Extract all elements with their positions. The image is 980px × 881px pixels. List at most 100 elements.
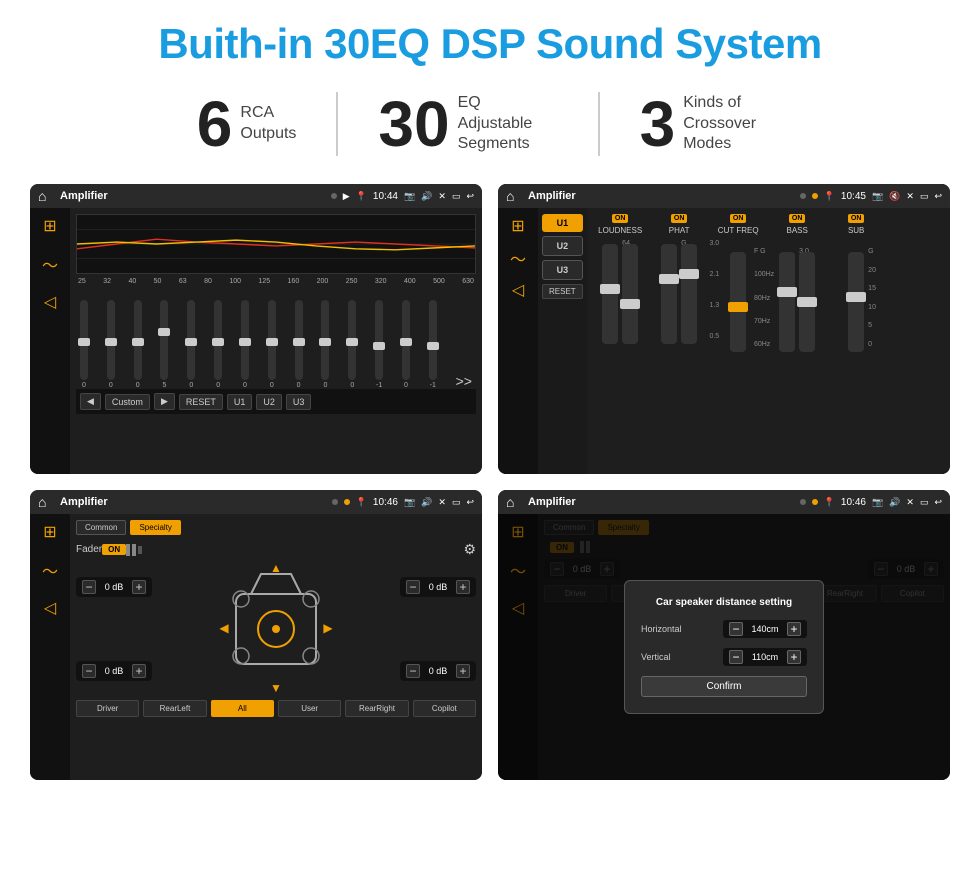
- channel-sub: ON SUB G20151050: [829, 214, 884, 468]
- db-plus-tl[interactable]: +: [132, 580, 146, 594]
- wave-icon-3[interactable]: 〜: [42, 558, 58, 582]
- db-plus-tr[interactable]: +: [456, 580, 470, 594]
- bass-on[interactable]: ON: [789, 214, 806, 223]
- window-icon-3: ▭: [452, 497, 461, 508]
- btn-rearleft[interactable]: RearLeft: [143, 700, 206, 717]
- preset-u1[interactable]: U1: [542, 214, 583, 232]
- btn-copilot[interactable]: Copilot: [413, 700, 476, 717]
- sub-on[interactable]: ON: [848, 214, 865, 223]
- preset-u2[interactable]: U2: [542, 236, 583, 256]
- btn-driver[interactable]: Driver: [76, 700, 139, 717]
- home-icon-4[interactable]: ⌂: [506, 494, 522, 510]
- amp-left-icons: ⊞ 〜 ◁: [498, 208, 538, 474]
- wave-icon[interactable]: 〜: [42, 252, 58, 276]
- settings-icon[interactable]: ⚙: [463, 541, 476, 558]
- fader-label: Fader: [76, 544, 102, 555]
- stat-eq-number: 30: [378, 92, 449, 156]
- dialog-overlay: Car speaker distance setting Horizontal …: [498, 514, 950, 780]
- eq-slider-10: 0: [321, 300, 329, 389]
- eq-slider-chevrons: >>: [456, 373, 472, 389]
- prev-preset-btn[interactable]: ◀: [80, 393, 101, 410]
- app-name-3: Amplifier: [60, 496, 326, 508]
- btn-rearright[interactable]: RearRight: [345, 700, 408, 717]
- db-minus-tl[interactable]: −: [82, 580, 96, 594]
- screen4-content: ⊞ 〜 ◁ Common Specialty ON: [498, 514, 950, 780]
- fader-top-row: Fader ON ⚙: [76, 541, 476, 558]
- home-icon-1[interactable]: ⌂: [38, 188, 54, 204]
- status-bar-2: ⌂ Amplifier 📍 10:45 📷 🔇 ✕ ▭ ↩: [498, 184, 950, 208]
- screen-distance: ⌂ Amplifier 📍 10:46 📷 🔊 ✕ ▭ ↩ ⊞ 〜 ◁: [498, 490, 950, 780]
- eq-freq-labels: 25 32 40 50 63 80 100 125 160 200 250 32…: [76, 278, 476, 285]
- amp-channels: ON LOUDNESS 644832160: [587, 208, 950, 474]
- fader-slider-bars: [126, 544, 142, 556]
- fader-on-toggle[interactable]: ON: [102, 544, 126, 555]
- eq-slider-3: 0: [134, 300, 142, 389]
- channel-bass: ON BASS 3.02.52.01.51.0: [770, 214, 825, 468]
- svg-text:⊕: ⊕: [272, 624, 280, 635]
- back-icon-1: ↩: [466, 191, 474, 202]
- eq-bottom-bar: ◀ Custom ▶ RESET U1 U2 U3: [76, 389, 476, 414]
- volume-icon-2: 🔇: [889, 191, 900, 202]
- u3-btn[interactable]: U3: [286, 394, 312, 410]
- vertical-minus[interactable]: −: [729, 650, 743, 664]
- status-bar-3: ⌂ Amplifier 📍 10:46 📷 🔊 ✕ ▭ ↩: [30, 490, 482, 514]
- preset-u3[interactable]: U3: [542, 260, 583, 280]
- main-title: Buith-in 30EQ DSP Sound System: [30, 20, 950, 68]
- horizontal-minus[interactable]: −: [729, 622, 743, 636]
- screen1-content: ⊞ 〜 ◁: [30, 208, 482, 474]
- db-control-topleft: − 0 dB +: [76, 577, 152, 597]
- speaker-icon[interactable]: ◁: [44, 292, 56, 312]
- reset-btn[interactable]: RESET: [179, 394, 223, 410]
- app-name-1: Amplifier: [60, 190, 325, 202]
- status-bar-1: ⌂ Amplifier ▶ 📍 10:44 📷 🔊 ✕ ▭ ↩: [30, 184, 482, 208]
- phat-on[interactable]: ON: [671, 214, 688, 223]
- home-icon-2[interactable]: ⌂: [506, 188, 522, 204]
- window-icon-1: ▭: [452, 191, 461, 202]
- eq-slider-4: 5: [160, 300, 168, 389]
- close-icon-4: ✕: [906, 497, 914, 508]
- db-minus-br[interactable]: −: [406, 664, 420, 678]
- camera-icon-4: 📷: [872, 497, 883, 508]
- screen-eq: ⌂ Amplifier ▶ 📍 10:44 📷 🔊 ✕ ▭ ↩ ⊞ 〜 ◁: [30, 184, 482, 474]
- eq-slider-2: 0: [107, 300, 115, 389]
- confirm-button[interactable]: Confirm: [641, 676, 807, 697]
- speaker-icon-2[interactable]: ◁: [512, 280, 524, 300]
- cutfreq-on[interactable]: ON: [730, 214, 747, 223]
- eq-slider-6: 0: [214, 300, 222, 389]
- eq-icon-2[interactable]: ⊞: [511, 216, 524, 236]
- window-icon-2: ▭: [920, 191, 929, 202]
- home-icon-3[interactable]: ⌂: [38, 494, 54, 510]
- db-value-tl: 0 dB: [100, 582, 128, 592]
- db-plus-br[interactable]: +: [456, 664, 470, 678]
- amp-reset-btn[interactable]: RESET: [542, 284, 583, 299]
- close-icon-3: ✕: [438, 497, 446, 508]
- vertical-plus[interactable]: +: [787, 650, 801, 664]
- location-icon-4: 📍: [824, 497, 835, 508]
- eq-sliders-row: 0 0 0 5: [76, 289, 476, 389]
- horizontal-plus[interactable]: +: [787, 622, 801, 636]
- btn-all[interactable]: All: [211, 700, 274, 717]
- u2-btn[interactable]: U2: [256, 394, 282, 410]
- eq-icon-3[interactable]: ⊞: [43, 522, 56, 542]
- play-btn[interactable]: ▶: [154, 393, 175, 410]
- dialog-row-horizontal: Horizontal − 140cm +: [641, 620, 807, 638]
- channel-loudness: ON LOUDNESS 644832160: [593, 214, 648, 468]
- page-container: Buith-in 30EQ DSP Sound System 6 RCAOutp…: [0, 0, 980, 881]
- wave-icon-2[interactable]: 〜: [510, 246, 526, 270]
- tab-common[interactable]: Common: [76, 520, 126, 535]
- u1-btn[interactable]: U1: [227, 394, 253, 410]
- eq-slider-13: 0: [402, 300, 410, 389]
- db-plus-bl[interactable]: +: [132, 664, 146, 678]
- tab-specialty[interactable]: Specialty: [130, 520, 180, 535]
- btn-user[interactable]: User: [278, 700, 341, 717]
- db-minus-bl[interactable]: −: [82, 664, 96, 678]
- status-dot-1: [331, 193, 337, 199]
- location-icon-1: 📍: [356, 191, 367, 202]
- loudness-on[interactable]: ON: [612, 214, 629, 223]
- db-minus-tr[interactable]: −: [406, 580, 420, 594]
- bottom-buttons-fader: Driver RearLeft All User RearRight Copil…: [76, 700, 476, 717]
- eq-icon[interactable]: ⊞: [43, 216, 56, 236]
- status-bar-4: ⌂ Amplifier 📍 10:46 📷 🔊 ✕ ▭ ↩: [498, 490, 950, 514]
- speaker-icon-3[interactable]: ◁: [44, 598, 56, 618]
- svg-text:▼: ▼: [270, 681, 282, 694]
